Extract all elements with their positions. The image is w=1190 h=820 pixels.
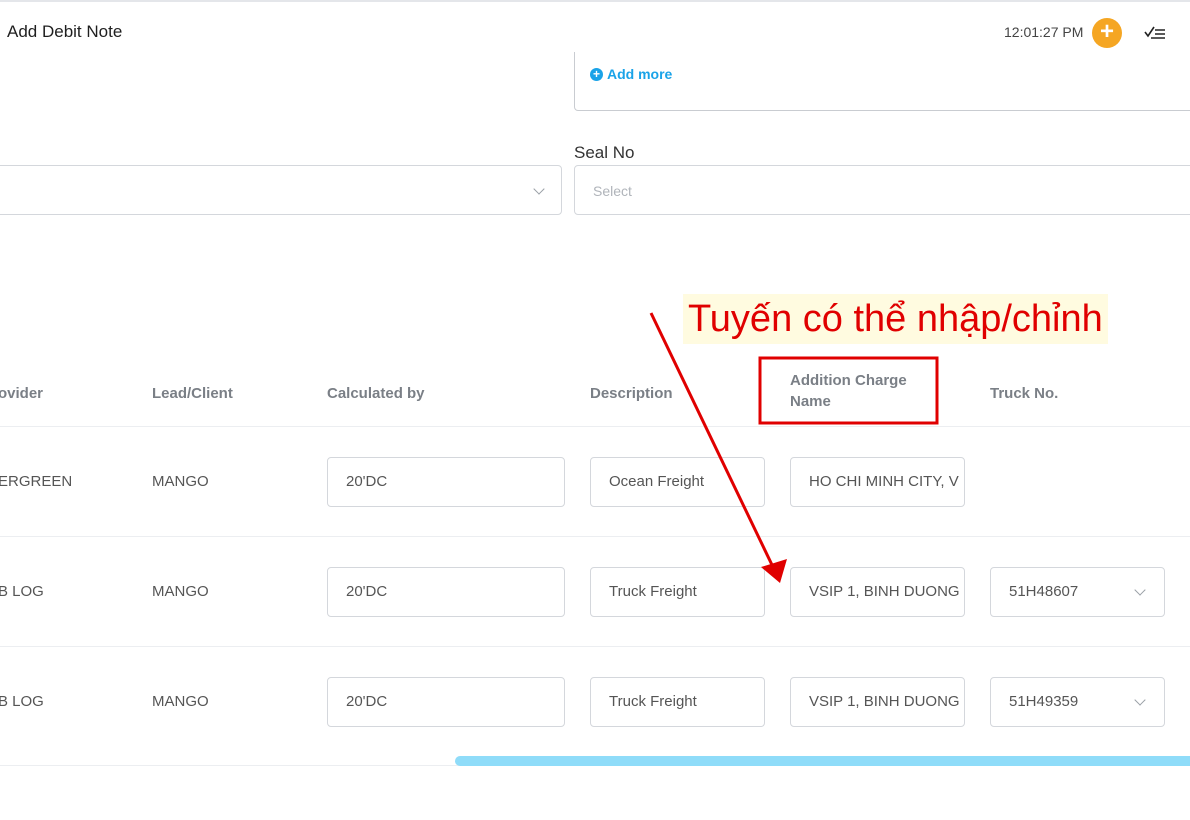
cell-provider: ERGREEN (0, 473, 73, 490)
column-header-provider: ovider (0, 385, 44, 402)
charge-name-input[interactable]: VSIP 1, BINH DUONG (790, 677, 965, 727)
cell-provider: B LOG (0, 583, 44, 600)
description-input[interactable]: Ocean Freight (590, 457, 765, 507)
calculated-by-input[interactable]: 20'DC (327, 677, 565, 727)
top-border (0, 0, 1190, 2)
charge-name-input[interactable]: VSIP 1, BINH DUONG (790, 567, 965, 617)
truck-no-value: 51H48607 (1009, 583, 1079, 600)
cell-provider: B LOG (0, 693, 44, 710)
add-button[interactable]: + (1092, 18, 1122, 48)
row-divider (0, 536, 1190, 537)
seal-no-select[interactable]: Select (574, 165, 1190, 215)
header-divider (0, 426, 1190, 427)
arrow-line (649, 312, 775, 568)
description-input[interactable]: Truck Freight (590, 567, 765, 617)
horizontal-scrollbar[interactable] (455, 756, 1190, 766)
checklist-button[interactable] (1143, 21, 1167, 43)
plus-circle-small-icon: + (590, 67, 603, 81)
column-header-addition-charge-name: Addition Charge Name (790, 372, 907, 410)
truck-no-select[interactable]: 51H49359 (990, 677, 1165, 727)
column-header-truck-no: Truck No. (990, 385, 1059, 402)
chevron-down-icon (1134, 694, 1146, 706)
truck-no-select[interactable]: 51H48607 (990, 567, 1165, 617)
seal-no-placeholder: Select (593, 183, 632, 199)
checklist-icon (1144, 26, 1165, 39)
column-header-lead-client: Lead/Client (152, 385, 233, 402)
add-more-link[interactable]: + Add more (590, 66, 672, 82)
plus-circle-icon: + (1099, 18, 1114, 45)
chevron-down-icon (533, 183, 545, 195)
cell-client: MANGO (152, 583, 209, 600)
page-title: Add Debit Note (7, 22, 123, 41)
row-divider (0, 646, 1190, 647)
calculated-by-input[interactable]: 20'DC (327, 457, 565, 507)
add-more-label: Add more (607, 66, 673, 82)
column-header-description: Description (590, 385, 673, 402)
cell-client: MANGO (152, 473, 209, 490)
clock-time: 12:01:27 PM (1004, 24, 1084, 40)
seal-no-label: Seal No (574, 143, 635, 162)
description-input[interactable]: Truck Freight (590, 677, 765, 727)
chevron-down-icon (1134, 584, 1146, 596)
column-header-calculated-by: Calculated by (327, 385, 425, 402)
left-dropdown[interactable] (0, 165, 562, 215)
truck-no-value: 51H49359 (1009, 693, 1079, 710)
calculated-by-input[interactable]: 20'DC (327, 567, 565, 617)
cell-client: MANGO (152, 693, 209, 710)
annotation-label: Tuyến có thể nhập/chỉnh (683, 294, 1108, 344)
charge-name-input[interactable]: HO CHI MINH CITY, V (790, 457, 965, 507)
